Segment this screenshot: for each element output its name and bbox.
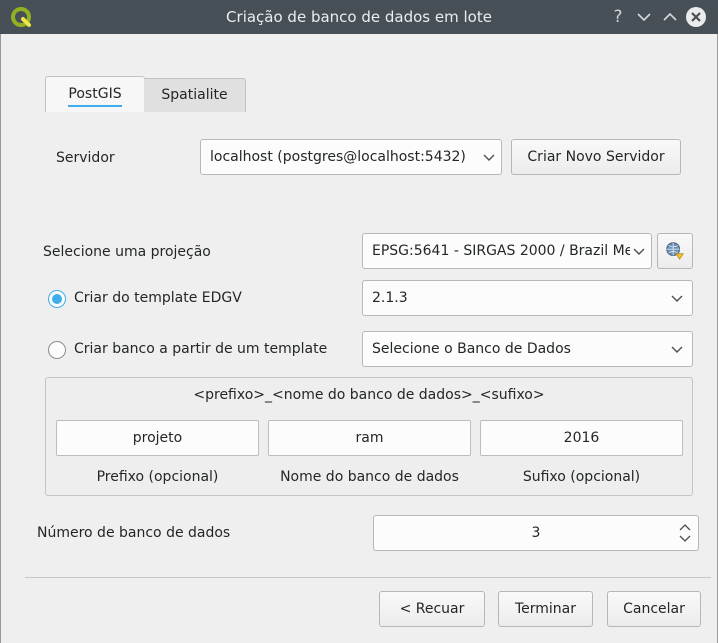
tab-postgis[interactable]: PostGIS	[45, 76, 145, 112]
server-select[interactable]: localhost (postgres@localhost:5432)	[200, 139, 502, 175]
new-server-button[interactable]: Criar Novo Servidor	[511, 139, 681, 175]
finish-button[interactable]: Terminar	[498, 591, 593, 627]
template-db-value: Selecione o Banco de Dados	[372, 341, 571, 357]
prefix-input[interactable]: projeto	[56, 420, 259, 456]
chevron-down-icon	[671, 346, 683, 353]
chevron-down-icon	[633, 248, 645, 255]
suffix-input[interactable]: 2016	[480, 420, 683, 456]
suffix-caption: Sufixo (opcional)	[522, 469, 641, 485]
db-count-spinbox[interactable]: 3	[373, 515, 699, 551]
projection-selector-button[interactable]	[657, 233, 693, 269]
template-db-radio[interactable]	[48, 341, 66, 359]
template-edgv-label[interactable]: Criar do template EDGV	[74, 290, 242, 306]
cancel-button[interactable]: Cancelar	[607, 591, 701, 627]
db-count-value: 3	[531, 525, 541, 541]
help-button[interactable]: ?	[606, 5, 630, 29]
dbname-input[interactable]: ram	[268, 420, 471, 456]
chevron-down-icon	[671, 295, 683, 302]
dialog-body: PostGIS Spatialite Servidor localhost (p…	[0, 34, 718, 643]
server-label: Servidor	[56, 150, 115, 166]
prefix-caption: Prefixo (opcional)	[96, 469, 219, 485]
projection-select[interactable]: EPSG:5641 - SIRGAS 2000 / Brazil Mercato…	[362, 233, 652, 269]
projection-label: Selecione uma projeção	[43, 244, 211, 260]
tab-spatialite-label: Spatialite	[161, 87, 228, 103]
back-button[interactable]: < Recuar	[379, 591, 485, 627]
projection-select-value: EPSG:5641 - SIRGAS 2000 / Brazil Mercato…	[372, 243, 630, 259]
globe-projection-icon	[666, 242, 684, 260]
close-icon[interactable]	[684, 5, 708, 29]
template-db-label[interactable]: Criar banco a partir de um template	[74, 341, 327, 357]
edgv-version-select[interactable]: 2.1.3	[362, 280, 693, 316]
dbname-caption: Nome do banco de dados	[280, 469, 459, 485]
maximize-icon[interactable]	[658, 5, 682, 29]
spin-arrows-icon[interactable]	[678, 522, 692, 544]
edgv-version-value: 2.1.3	[372, 290, 408, 306]
template-edgv-radio[interactable]	[48, 290, 66, 308]
template-db-select[interactable]: Selecione o Banco de Dados	[362, 331, 693, 367]
server-select-value: localhost (postgres@localhost:5432)	[210, 149, 466, 165]
naming-pattern: <prefixo>_<nome do banco de dados>_<sufi…	[193, 387, 545, 403]
title-bar: Criação de banco de dados em lote ?	[0, 0, 718, 34]
chevron-down-icon	[483, 154, 495, 161]
footer-divider	[25, 577, 711, 578]
tab-spatialite[interactable]: Spatialite	[144, 78, 246, 112]
naming-groupbox: <prefixo>_<nome do banco de dados>_<sufi…	[45, 377, 693, 496]
db-count-label: Número de banco de dados	[37, 525, 231, 541]
minimize-icon[interactable]	[632, 5, 656, 29]
tab-postgis-label: PostGIS	[68, 86, 122, 107]
